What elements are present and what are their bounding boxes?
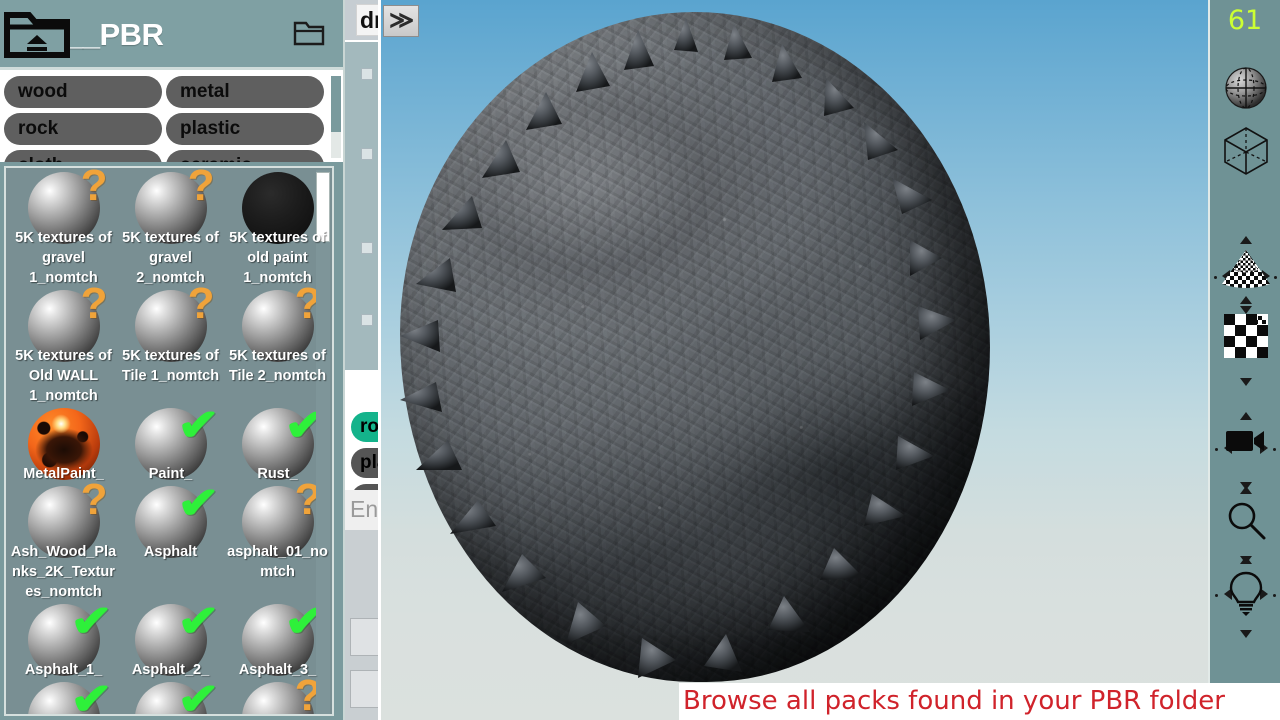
check-badge-icon: ✔ (176, 479, 220, 528)
material-thumbnail-label: 5K textures of gravel 2_nomtch (122, 230, 219, 286)
magnifier-icon[interactable] (1210, 500, 1280, 542)
material-thumbnail[interactable]: ✔ Asphalt_2_ (117, 600, 224, 680)
material-thumbnail-label: Asphalt_2_ (131, 662, 210, 678)
material-thumbnail[interactable]: ✔ (10, 678, 117, 714)
pbr-browser-panel: __PBR wood metal rock plastic cloth cera… (0, 0, 348, 720)
material-thumbnail-panel: ? 5K textures of gravel 1_nomtch? 5K textu… (4, 166, 334, 716)
material-thumbnail[interactable]: ✔ (117, 678, 224, 714)
material-thumbnail[interactable]: ✔ Asphalt_1_ (10, 600, 117, 680)
chevron-double-right-icon: ≫ (388, 8, 414, 34)
secondary-search-input[interactable]: Ent (345, 490, 380, 530)
material-thumbnail[interactable]: ? 5K textures of Tile 1_nomtch (117, 282, 224, 406)
secondary-chip-plastic[interactable]: pla (351, 448, 380, 478)
material-thumbnail-grid: ? 5K textures of gravel 1_nomtch? 5K textu… (6, 168, 332, 714)
panel-title: __PBR (66, 17, 164, 52)
category-chip-cloth[interactable]: cloth (4, 150, 162, 162)
category-chip-plastic[interactable]: plastic (166, 113, 324, 145)
folder-eject-icon[interactable] (4, 9, 70, 61)
check-badge-icon: ✔ (176, 675, 220, 716)
3d-viewport[interactable] (380, 0, 1220, 720)
question-badge-icon: ? (80, 475, 108, 524)
category-filter-area: wood metal rock plastic cloth ceramic (0, 70, 343, 162)
secondary-panel-footer (345, 530, 380, 720)
material-thumbnail-label: 5K textures of old paint 1_nomtch (229, 230, 326, 286)
category-chip-metal[interactable]: metal (166, 76, 324, 108)
material-thumbnail[interactable]: ? 5K textures of Tile 2_nomtch (224, 282, 331, 406)
checkbox-option-2[interactable] (361, 148, 373, 160)
material-thumbnail[interactable]: 5K textures of old paint 1_nomtch (224, 172, 331, 288)
material-thumbnail-label: Ash_Wood_Planks_2K_Textures_nomtch (10, 544, 117, 600)
material-thumbnail-label: Rust_ (257, 466, 298, 482)
material-thumbnail[interactable]: ✔ Asphalt_3_ (224, 600, 331, 680)
secondary-panel-tab[interactable]: dr (356, 4, 380, 36)
material-thumbnail[interactable]: ✔ Rust_ (224, 404, 331, 484)
lightbulb-icon[interactable] (1210, 570, 1280, 616)
category-chip-wood[interactable]: wood (4, 76, 162, 108)
panel-header: __PBR (0, 0, 343, 70)
category-chip-rock[interactable]: rock (4, 113, 162, 145)
checkbox-option-3[interactable] (361, 242, 373, 254)
viewport-left-edge (378, 0, 381, 720)
question-badge-icon: ? (80, 166, 108, 210)
category-chip-ceramic[interactable]: ceramic (166, 150, 324, 162)
question-badge-icon: ? (187, 166, 215, 210)
rock-sphere-body (400, 12, 990, 682)
material-thumbnail[interactable]: ? 5K textures of gravel 2_nomtch (117, 168, 224, 288)
sphere-gizmo-icon[interactable] (1210, 60, 1280, 116)
rock-grain-overlay (400, 12, 990, 682)
question-badge-icon: ? (80, 279, 108, 328)
material-sphere-preview: ✔ (27, 678, 112, 714)
item-counter: 61 (1227, 5, 1263, 36)
material-thumbnail-label: Asphalt_3_ (238, 662, 317, 678)
material-thumbnail-label: 5K textures of Tile 1_nomtch (121, 348, 220, 384)
material-thumbnail[interactable]: ? 5K textures of gravel 1_nomtch (10, 168, 117, 288)
folder-open-icon[interactable] (293, 20, 325, 46)
check-badge-icon: ✔ (69, 597, 113, 646)
material-sphere-preview: ✔ (134, 678, 219, 714)
secondary-footer-button-2[interactable] (350, 670, 380, 708)
category-scrollbar[interactable] (331, 76, 341, 158)
material-thumbnail[interactable]: ? Ash_Wood_Planks_2K_Textures_nomtch (10, 478, 117, 602)
secondary-chip-rock[interactable]: roc (351, 412, 380, 442)
cube-wireframe-icon[interactable] (1210, 122, 1280, 180)
application-window: dr roc pla Ent ≫ (0, 0, 1280, 720)
viewport-toolbar: 61 (1208, 0, 1280, 720)
material-thumbnail-label: Asphalt (143, 544, 198, 560)
secondary-footer-button-1[interactable] (350, 618, 380, 656)
check-badge-icon: ✔ (69, 675, 113, 716)
material-thumbnail-label: Asphalt_1_ (24, 662, 103, 678)
material-thumbnail[interactable]: ✔ Asphalt (117, 482, 224, 602)
textured-sphere-preview[interactable] (400, 12, 1000, 702)
material-thumbnail-label: MetalPaint_ (23, 466, 104, 482)
material-thumbnail[interactable]: ? asphalt_01_nomtch (224, 478, 331, 602)
secondary-browser-panel[interactable]: dr roc pla Ent (345, 0, 380, 720)
material-sphere-preview: ? (241, 674, 322, 714)
expand-panel-button[interactable]: ≫ (383, 5, 419, 37)
material-thumbnail[interactable]: ? (224, 674, 331, 714)
question-badge-icon: ? (187, 279, 215, 328)
checkbox-option-1[interactable] (361, 68, 373, 80)
material-thumbnail-label: Paint_ (148, 466, 193, 482)
secondary-panel-titlebar: dr (345, 0, 380, 42)
category-scrollbar-thumb (331, 76, 341, 132)
material-thumbnail-label: 5K textures of Tile 2_nomtch (228, 348, 327, 384)
material-thumbnail[interactable]: ✔ Paint_ (117, 404, 224, 484)
material-thumbnail-label: asphalt_01_nomtch (227, 544, 328, 580)
material-thumbnail[interactable]: ? 5K textures of Old WALL 1_nomtch (10, 282, 117, 406)
category-chip-grid: wood metal rock plastic cloth ceramic (4, 76, 325, 162)
material-thumbnail-label: 5K textures of Old WALL 1_nomtch (15, 348, 112, 404)
checker-square-icon[interactable] (1210, 314, 1280, 358)
caption-banner: Browse all packs found in your PBR folde… (679, 683, 1280, 720)
checkbox-option-4[interactable] (361, 314, 373, 326)
material-thumbnail-label: 5K textures of gravel 1_nomtch (15, 230, 112, 286)
camera-icon[interactable] (1210, 428, 1280, 454)
check-badge-icon: ✔ (176, 597, 220, 646)
checker-cone-icon[interactable] (1210, 248, 1280, 292)
check-badge-icon: ✔ (176, 401, 220, 450)
material-thumbnail[interactable]: MetalPaint_ (10, 408, 117, 484)
